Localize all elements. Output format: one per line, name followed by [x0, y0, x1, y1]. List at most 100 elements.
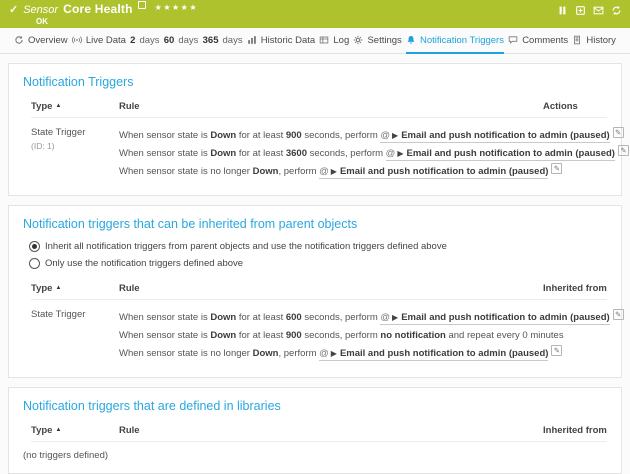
radio-option[interactable]: Only use the notification triggers defin… [29, 258, 607, 269]
rule-text-bold: 900 [286, 130, 302, 141]
rule-text: seconds, perform [302, 312, 381, 323]
rule-text: seconds, perform [307, 148, 386, 159]
tab-overview[interactable]: Overview [14, 28, 68, 54]
mail-icon[interactable] [593, 5, 604, 16]
radio-option[interactable]: Inherit all notification triggers from p… [29, 241, 607, 252]
tab-365-days[interactable]: 365days [203, 28, 243, 54]
push-arrow-icon: ▶ [392, 131, 398, 140]
email-at-icon: @ [386, 148, 396, 159]
inheritance-radio-group: Inherit all notification triggers from p… [29, 241, 607, 269]
rule-text-bold: Down [210, 130, 236, 141]
history-icon [572, 35, 582, 45]
tab-60-days[interactable]: 60days [164, 28, 199, 54]
sort-arrow-icon[interactable]: ▲ [55, 103, 61, 109]
rule-text-bold: 600 [286, 312, 302, 323]
sort-arrow-icon[interactable]: ▲ [55, 285, 61, 291]
rule-text: and repeat every 0 minutes [446, 330, 564, 341]
column-header-inherited-from: Inherited from [543, 425, 607, 436]
table-row: State Trigger When sensor state is Down f… [31, 300, 607, 367]
tab-log[interactable]: Log [319, 28, 349, 54]
tab-unit: days [223, 35, 243, 46]
column-header-rule: Rule [119, 101, 537, 112]
radio-button[interactable] [29, 241, 40, 252]
tab-history[interactable]: History [572, 28, 616, 54]
rule-line: When sensor state is Down for at least 9… [119, 327, 624, 345]
column-header-label: Rule [119, 283, 140, 294]
rule-text: When sensor state is [119, 330, 210, 341]
sensor-header: ✓ Sensor Core Health ★★★★★ OK [0, 0, 630, 28]
tab-historic-data[interactable]: Historic Data [247, 28, 315, 54]
edit-notification-icon[interactable]: ✎ [551, 163, 562, 174]
rule-text: for at least [236, 330, 286, 341]
column-header-actions: Actions [543, 101, 607, 112]
pause-icon[interactable] [557, 5, 568, 16]
tab-label: Live Data [86, 35, 126, 46]
notification-name: Email and push notification to admin (pa… [406, 148, 614, 159]
panel-notification-triggers: Notification Triggers Type▲ Rule Actions Sta… [8, 63, 622, 196]
tab-unit: days [139, 35, 159, 46]
clone-icon[interactable] [575, 5, 586, 16]
notification-link[interactable]: @▶Email and push notification to admin (… [380, 312, 609, 325]
notification-name: Email and push notification to admin (pa… [401, 312, 609, 323]
tab-number: 60 [164, 35, 175, 46]
rule-text: for at least [236, 312, 286, 323]
rule-line: When sensor state is no longer Down, per… [119, 345, 624, 363]
panel-title: Notification triggers that are defined i… [23, 399, 607, 413]
status-check-icon: ✓ [9, 4, 18, 17]
notification-link[interactable]: @▶Email and push notification to admin (… [380, 130, 609, 143]
tab-label: Comments [522, 35, 568, 46]
trigger-type-cell: State Trigger(ID: 1) [31, 127, 113, 181]
column-header-type: Type▲ [31, 101, 113, 112]
tab-comments[interactable]: Comments [508, 28, 568, 54]
radio-button[interactable] [29, 258, 40, 269]
tab-label: History [586, 35, 616, 46]
sensor-title: Core Health [63, 3, 133, 16]
priority-flag-icon [138, 1, 146, 9]
notification-name: Email and push notification to admin (pa… [340, 166, 548, 177]
rule-line: When sensor state is no longer Down, per… [119, 163, 630, 181]
notification-link[interactable]: @▶Email and push notification to admin (… [386, 148, 615, 161]
refresh-icon[interactable] [611, 5, 622, 16]
edit-notification-icon[interactable]: ✎ [613, 309, 624, 320]
column-header-label: Actions [543, 101, 578, 112]
status-badge: OK [36, 17, 630, 26]
tab-settings[interactable]: Settings [353, 28, 401, 54]
column-header-type: Type▲ [31, 283, 113, 294]
tab-label: Overview [28, 35, 68, 46]
column-header-label: Rule [119, 425, 140, 436]
notification-link[interactable]: @▶Email and push notification to admin (… [319, 166, 548, 179]
sort-arrow-icon[interactable]: ▲ [55, 427, 61, 433]
notification-link[interactable]: @▶Email and push notification to admin (… [319, 348, 548, 361]
edit-notification-icon[interactable]: ✎ [613, 127, 624, 138]
push-arrow-icon: ▶ [397, 149, 403, 158]
panel-title: Notification Triggers [23, 75, 607, 89]
column-header-label: Inherited from [543, 283, 607, 294]
rule-text: When sensor state is no longer [119, 348, 253, 359]
livedata-icon [72, 35, 82, 45]
notification-name: Email and push notification to admin (pa… [401, 130, 609, 141]
edit-notification-icon[interactable]: ✎ [551, 345, 562, 356]
rule-text-bold: 900 [286, 330, 302, 341]
email-at-icon: @ [380, 130, 390, 141]
rule-text: , perform [278, 166, 319, 177]
rule-text-bold: Down [253, 166, 279, 177]
tab-2-days[interactable]: 2days [130, 28, 159, 54]
rule-line: When sensor state is Down for at least 9… [119, 127, 630, 145]
panel-notification-triggers-that-can-be-inherited-from-parent-objects: Notification triggers that can be inheri… [8, 205, 622, 378]
chart-icon [247, 35, 257, 45]
priority-stars[interactable]: ★★★★★ [155, 1, 198, 14]
table-header-row: Type▲RuleInherited from [31, 423, 607, 442]
overview-icon [14, 35, 24, 45]
edit-notification-icon[interactable]: ✎ [618, 145, 629, 156]
log-icon [319, 35, 329, 45]
tab-notification-triggers[interactable]: Notification Triggers [406, 28, 504, 54]
trigger-id: (ID: 1) [31, 141, 113, 151]
rule-text-bold: Down [210, 312, 236, 323]
trigger-type: State Trigger [31, 309, 113, 320]
rule-text-bold: 3600 [286, 148, 307, 159]
trigger-table: Type▲ Rule Inherited from State Trigger When… [23, 281, 607, 367]
column-header-rule: Rule [119, 283, 537, 294]
object-kind-label: Sensor [23, 4, 58, 17]
tab-live-data[interactable]: Live Data [72, 28, 126, 54]
rule-text: seconds, perform [302, 130, 381, 141]
